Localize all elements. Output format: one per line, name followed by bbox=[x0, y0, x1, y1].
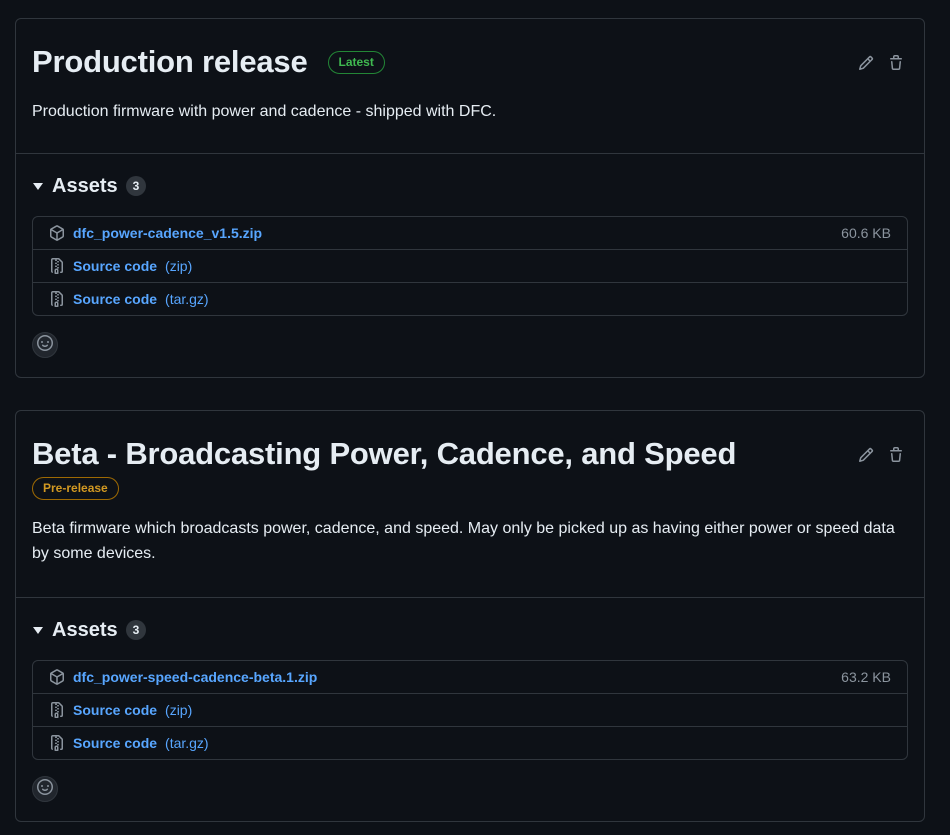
asset-link[interactable]: dfc_power-speed-cadence-beta.1.zip bbox=[73, 669, 317, 685]
asset-row: dfc_power-speed-cadence-beta.1.zip 63.2 … bbox=[33, 661, 907, 693]
divider bbox=[16, 153, 924, 154]
trash-icon[interactable] bbox=[888, 55, 904, 71]
divider bbox=[16, 597, 924, 598]
asset-size: 60.6 KB bbox=[841, 225, 891, 241]
package-icon bbox=[49, 225, 65, 241]
caret-down-icon bbox=[33, 182, 43, 190]
asset-list: dfc_power-cadence_v1.5.zip 60.6 KB Sourc… bbox=[32, 216, 908, 316]
assets-label: Assets bbox=[52, 618, 118, 641]
assets-count: 3 bbox=[125, 620, 147, 640]
asset-format[interactable]: (zip) bbox=[165, 258, 192, 274]
pencil-icon[interactable] bbox=[858, 55, 874, 71]
smiley-icon bbox=[37, 778, 53, 800]
asset-format[interactable]: (tar.gz) bbox=[165, 291, 209, 307]
asset-format[interactable]: (tar.gz) bbox=[165, 735, 209, 751]
source-code-link[interactable]: Source code bbox=[73, 291, 157, 307]
release-title[interactable]: Production release bbox=[32, 41, 308, 83]
add-reaction-button[interactable] bbox=[32, 776, 58, 802]
package-icon bbox=[49, 669, 65, 685]
release-header: Production release Latest bbox=[16, 19, 924, 83]
assets-toggle[interactable]: Assets 3 bbox=[32, 618, 908, 642]
add-reaction-button[interactable] bbox=[32, 332, 58, 358]
release-title[interactable]: Beta - Broadcasting Power, Cadence, and … bbox=[32, 433, 736, 475]
file-zip-icon bbox=[49, 735, 65, 751]
assets-section: Assets 3 dfc_power-speed-cadence-beta.1.… bbox=[16, 618, 924, 802]
file-zip-icon bbox=[49, 291, 65, 307]
release-description: Beta firmware which broadcasts power, ca… bbox=[32, 520, 895, 562]
source-code-link[interactable]: Source code bbox=[73, 702, 157, 718]
asset-row: Source code (tar.gz) bbox=[33, 726, 907, 759]
asset-link[interactable]: dfc_power-cadence_v1.5.zip bbox=[73, 225, 262, 241]
caret-down-icon bbox=[33, 626, 43, 634]
release-actions bbox=[858, 55, 904, 71]
source-code-link[interactable]: Source code bbox=[73, 258, 157, 274]
asset-format[interactable]: (zip) bbox=[165, 702, 192, 718]
latest-badge: Latest bbox=[327, 50, 385, 74]
asset-list: dfc_power-speed-cadence-beta.1.zip 63.2 … bbox=[32, 660, 908, 760]
smiley-icon bbox=[37, 334, 53, 356]
assets-toggle[interactable]: Assets 3 bbox=[32, 174, 908, 198]
release-actions bbox=[858, 447, 904, 463]
assets-section: Assets 3 dfc_power-cadence_v1.5.zip 60.6… bbox=[16, 174, 924, 358]
release-header: Beta - Broadcasting Power, Cadence, and … bbox=[16, 411, 924, 500]
file-zip-icon bbox=[49, 258, 65, 274]
asset-row: dfc_power-cadence_v1.5.zip 60.6 KB bbox=[33, 217, 907, 249]
release-card: Beta - Broadcasting Power, Cadence, and … bbox=[15, 410, 925, 822]
asset-row: Source code (tar.gz) bbox=[33, 282, 907, 315]
asset-row: Source code (zip) bbox=[33, 693, 907, 726]
trash-icon[interactable] bbox=[888, 447, 904, 463]
source-code-link[interactable]: Source code bbox=[73, 735, 157, 751]
prerelease-badge: Pre-release bbox=[32, 477, 119, 500]
release-card: Production release Latest Production fir… bbox=[15, 18, 925, 378]
assets-label: Assets bbox=[52, 174, 118, 197]
pencil-icon[interactable] bbox=[858, 447, 874, 463]
asset-row: Source code (zip) bbox=[33, 249, 907, 282]
file-zip-icon bbox=[49, 702, 65, 718]
assets-count: 3 bbox=[125, 176, 147, 196]
release-description: Production firmware with power and caden… bbox=[32, 103, 497, 120]
asset-size: 63.2 KB bbox=[841, 669, 891, 685]
